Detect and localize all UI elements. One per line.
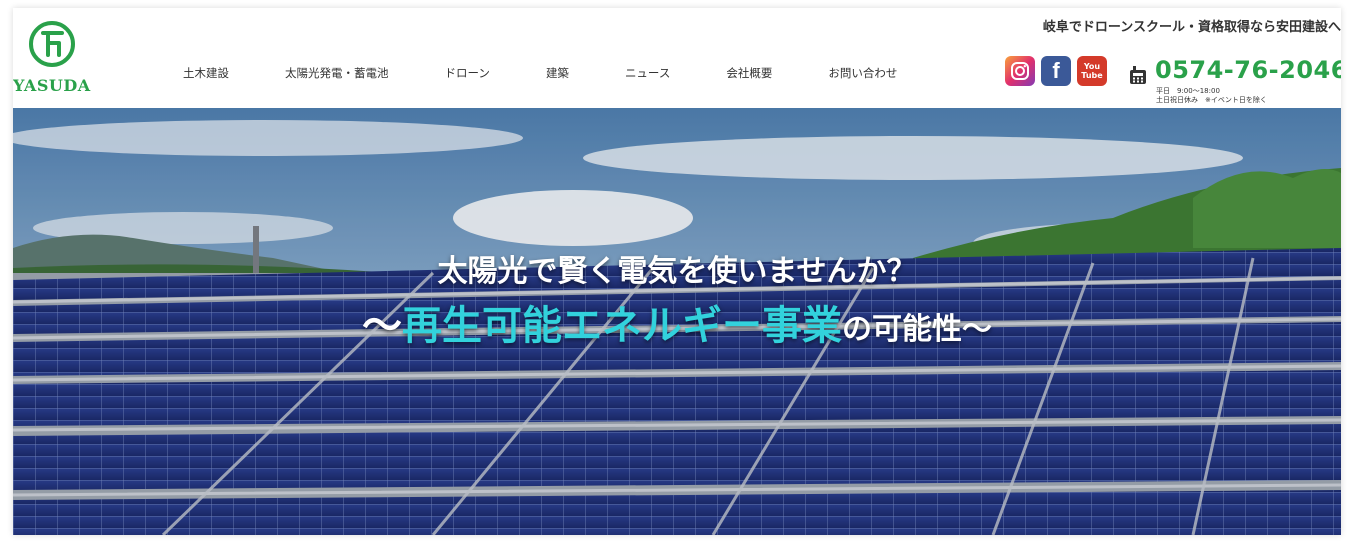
- page-frame: YASUDA 岐阜でドローンスクール・資格取得なら安田建設へ 土木建設 太陽光発…: [13, 8, 1341, 535]
- hero-sub-prefix: ～: [362, 303, 402, 349]
- phone-icon: [1130, 66, 1146, 84]
- hero-subheadline: ～再生可能エネルギー事業の可能性～: [13, 293, 1341, 351]
- social-links: f You Tube: [1005, 56, 1107, 86]
- nav-item-architecture[interactable]: 建築: [546, 65, 569, 81]
- instagram-glyph-icon: [1011, 62, 1029, 80]
- nav-item-company[interactable]: 会社概要: [726, 65, 772, 81]
- logo-text: YASUDA: [13, 76, 91, 95]
- youtube-label-bottom: Tube: [1081, 71, 1103, 80]
- hours-weekday: 平日 9:00～18:00: [1156, 87, 1220, 95]
- hours-closed: 土日祝日休み ※イベント日を除く: [1156, 96, 1267, 104]
- instagram-icon[interactable]: [1005, 56, 1035, 86]
- facebook-icon[interactable]: f: [1041, 56, 1071, 86]
- main-nav: 土木建設 太陽光発電・蓄電池 ドローン 建築 ニュース 会社概要 お問い合わせ: [183, 65, 897, 81]
- nav-item-contact[interactable]: お問い合わせ: [828, 65, 897, 81]
- hero-headline: 太陽光で賢く電気を使いませんか？: [437, 254, 917, 289]
- nav-item-news[interactable]: ニュース: [625, 65, 670, 81]
- hero-sub-suffix: の可能性～: [842, 312, 992, 347]
- youtube-label-top: You: [1083, 62, 1101, 71]
- header-tagline: 岐阜でドローンスクール・資格取得なら安田建設へ: [1042, 20, 1341, 35]
- business-hours: 平日 9:00～18:00 土日祝日休み ※イベント日を除く: [1156, 87, 1267, 105]
- nav-item-drone[interactable]: ドローン: [445, 65, 490, 81]
- nav-item-civil[interactable]: 土木建設: [183, 65, 229, 81]
- youtube-icon[interactable]: You Tube: [1077, 56, 1107, 86]
- hero-banner: 太陽光で賢く電気を使いませんか？ ～再生可能エネルギー事業の可能性～: [13, 108, 1341, 535]
- site-header: YASUDA 岐阜でドローンスクール・資格取得なら安田建設へ 土木建設 太陽光発…: [13, 8, 1341, 108]
- phone-number[interactable]: 0574-76-2046: [1155, 56, 1341, 84]
- site-logo[interactable]: YASUDA: [13, 18, 103, 98]
- nav-item-solar[interactable]: 太陽光発電・蓄電池: [285, 65, 389, 81]
- logo-mark-icon: [41, 31, 64, 57]
- hero-sub-accent: 再生可能エネルギー事業: [402, 303, 842, 349]
